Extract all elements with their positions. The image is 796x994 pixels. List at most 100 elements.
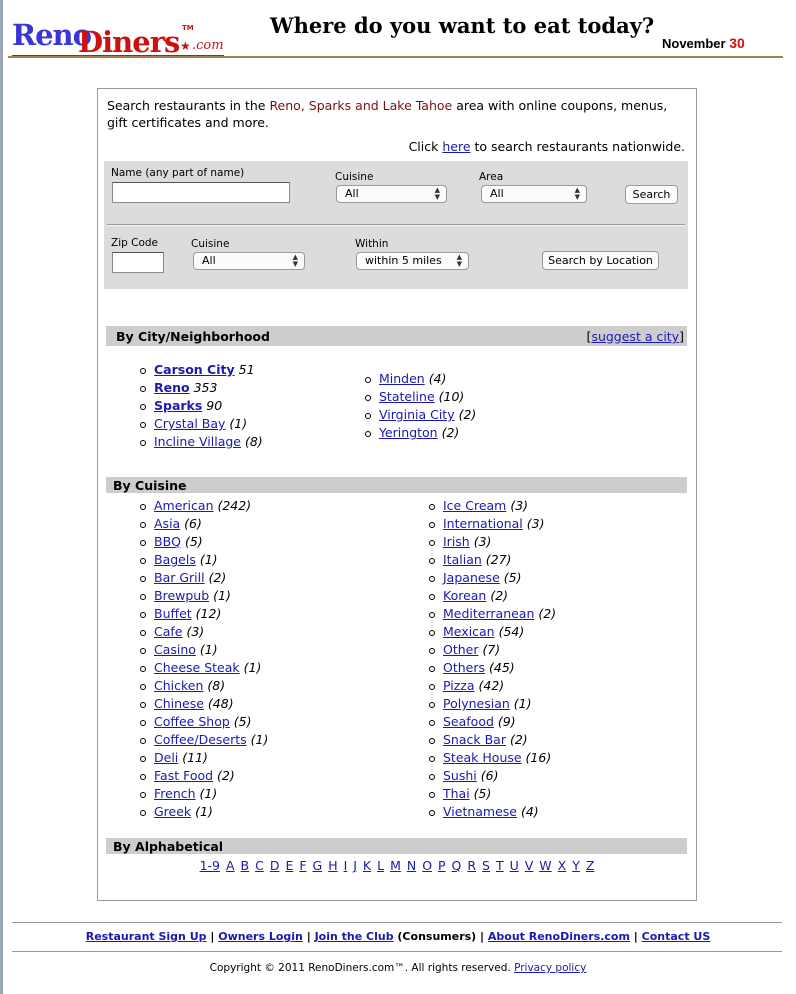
- city-item-link[interactable]: Sparks: [154, 398, 202, 413]
- alpha-letter-link[interactable]: M: [390, 858, 401, 873]
- city-item-link[interactable]: Crystal Bay: [154, 416, 225, 431]
- cuisine-item-link[interactable]: Seafood: [443, 714, 494, 729]
- alpha-letter-link[interactable]: U: [510, 858, 519, 873]
- search-button[interactable]: Search: [625, 185, 678, 204]
- cuisine-item-link[interactable]: Steak House: [443, 750, 522, 765]
- cuisine-item-count: (45): [485, 660, 515, 675]
- cuisine-item-link[interactable]: International: [443, 516, 523, 531]
- cuisine-item-link[interactable]: Mediterranean: [443, 606, 534, 621]
- alpha-letter-link[interactable]: E: [285, 858, 293, 873]
- city-item-link[interactable]: Stateline: [379, 389, 435, 404]
- alpha-letter-link[interactable]: N: [407, 858, 416, 873]
- cuisine-item-link[interactable]: Chinese: [154, 696, 204, 711]
- city-item: Virginia City (2): [363, 406, 476, 424]
- alpha-letter-link[interactable]: 1-9: [200, 858, 220, 873]
- cuisine-list-col2: Ice Cream (3) International (3) Irish (3) I…: [427, 497, 556, 821]
- renodiners-logo[interactable]: Reno Diners TM ★ .com: [12, 12, 232, 59]
- cuisine-item-link[interactable]: Italian: [443, 552, 482, 567]
- search-by-location-button[interactable]: Search by Location: [542, 251, 659, 270]
- select-arrows-icon: ▲ ▼: [456, 253, 462, 268]
- footer-link[interactable]: About RenoDiners.com: [488, 930, 630, 943]
- footer-link[interactable]: Contact US: [642, 930, 711, 943]
- cuisine-item-link[interactable]: Buffet: [154, 606, 192, 621]
- alpha-letter-link[interactable]: F: [299, 858, 306, 873]
- footer-link[interactable]: Owners Login: [218, 930, 303, 943]
- cuisine-item-link[interactable]: Polynesian: [443, 696, 510, 711]
- cuisine-item-link[interactable]: Fast Food: [154, 768, 213, 783]
- alpha-letter-link[interactable]: O: [422, 858, 432, 873]
- alpha-letter-link[interactable]: Z: [586, 858, 595, 873]
- alpha-letter-link[interactable]: W: [539, 858, 551, 873]
- cuisine-item-link[interactable]: Brewpub: [154, 588, 209, 603]
- alpha-letter-link[interactable]: V: [525, 858, 534, 873]
- cuisine-item-link[interactable]: Irish: [443, 534, 470, 549]
- cuisine-section-title: By Cuisine: [113, 478, 187, 493]
- cuisine-item-link[interactable]: Coffee/Deserts: [154, 732, 247, 747]
- cuisine-item-link[interactable]: Greek: [154, 804, 191, 819]
- cuisine-item-count: (2): [486, 588, 509, 603]
- cuisine-item-count: (16): [521, 750, 552, 765]
- cuisine-item-link[interactable]: Mexican: [443, 624, 495, 639]
- cuisine-item-link[interactable]: Deli: [154, 750, 178, 765]
- zip-input[interactable]: [112, 252, 164, 273]
- cuisine-item-link[interactable]: Korean: [443, 588, 486, 603]
- cuisine-item-link[interactable]: Casino: [154, 642, 196, 657]
- cuisine-item-link[interactable]: Pizza: [443, 678, 475, 693]
- alpha-letter-link[interactable]: C: [255, 858, 264, 873]
- privacy-policy-link[interactable]: Privacy policy: [514, 962, 586, 974]
- footer-link[interactable]: Join the Club: [315, 930, 394, 943]
- alpha-letter-link[interactable]: Q: [452, 858, 462, 873]
- cuisine-item-link[interactable]: American: [154, 498, 214, 513]
- city-item-link[interactable]: Yerington: [379, 425, 438, 440]
- cuisine-item: Mediterranean (2): [427, 605, 556, 623]
- alpha-letter-link[interactable]: L: [377, 858, 384, 873]
- alpha-letter-link[interactable]: S: [482, 858, 490, 873]
- cuisine-item-link[interactable]: Cafe: [154, 624, 182, 639]
- cuisine-item-link[interactable]: Other: [443, 642, 479, 657]
- alpha-letter-link[interactable]: D: [270, 858, 280, 873]
- cuisine-item-link[interactable]: Cheese Steak: [154, 660, 240, 675]
- alpha-letter-link[interactable]: A: [226, 858, 235, 873]
- cuisine-item-link[interactable]: Bar Grill: [154, 570, 205, 585]
- within-select[interactable]: within 5 miles ▲ ▼: [356, 252, 469, 270]
- cuisine-item-link[interactable]: Thai: [443, 786, 470, 801]
- cuisine-item-link[interactable]: Asia: [154, 516, 180, 531]
- cuisine-item-count: (2): [213, 768, 235, 783]
- city-item-link[interactable]: Minden: [379, 371, 425, 386]
- alpha-letter-link[interactable]: R: [467, 858, 476, 873]
- cuisine-item: International (3): [427, 515, 556, 533]
- cuisine-item-link[interactable]: Vietnamese: [443, 804, 517, 819]
- cuisine-item-link[interactable]: Chicken: [154, 678, 203, 693]
- cuisine-select[interactable]: All ▲ ▼: [336, 185, 447, 203]
- cuisine-item-link[interactable]: Coffee Shop: [154, 714, 230, 729]
- alpha-letter-link[interactable]: G: [313, 858, 323, 873]
- cuisine-item: Fast Food (2): [138, 767, 268, 785]
- nationwide-link[interactable]: here: [442, 139, 470, 154]
- cuisine-item-link[interactable]: Ice Cream: [443, 498, 506, 513]
- alpha-letter-link[interactable]: T: [496, 858, 504, 873]
- city-item-link[interactable]: Reno: [154, 380, 190, 395]
- cuisine-item-link[interactable]: Others: [443, 660, 485, 675]
- name-input[interactable]: [112, 182, 290, 203]
- footer-link[interactable]: Restaurant Sign Up: [86, 930, 207, 943]
- cuisine-item-link[interactable]: Japanese: [443, 570, 500, 585]
- suggest-city-link[interactable]: suggest a city: [591, 329, 679, 344]
- alpha-letter-link[interactable]: P: [438, 858, 446, 873]
- cuisine-item-link[interactable]: Sushi: [443, 768, 477, 783]
- cuisine-item-link[interactable]: Snack Bar: [443, 732, 506, 747]
- alpha-letter-link[interactable]: B: [241, 858, 250, 873]
- cuisine-item-link[interactable]: French: [154, 786, 196, 801]
- area-select[interactable]: All ▲ ▼: [481, 185, 587, 203]
- city-item-link[interactable]: Incline Village: [154, 434, 241, 449]
- cuisine-item-link[interactable]: BBQ: [154, 534, 181, 549]
- city-item-link[interactable]: Carson City: [154, 362, 235, 377]
- alpha-letter-link[interactable]: Y: [572, 858, 580, 873]
- alpha-letter-link[interactable]: H: [328, 858, 337, 873]
- alpha-letter-link[interactable]: I: [344, 858, 348, 873]
- alpha-letter-link[interactable]: K: [363, 858, 371, 873]
- city-item-link[interactable]: Virginia City: [379, 407, 455, 422]
- alpha-letter-link[interactable]: X: [558, 858, 567, 873]
- location-cuisine-select[interactable]: All ▲ ▼: [193, 252, 305, 270]
- cuisine-item-link[interactable]: Bagels: [154, 552, 196, 567]
- alpha-letter-link[interactable]: J: [353, 858, 357, 873]
